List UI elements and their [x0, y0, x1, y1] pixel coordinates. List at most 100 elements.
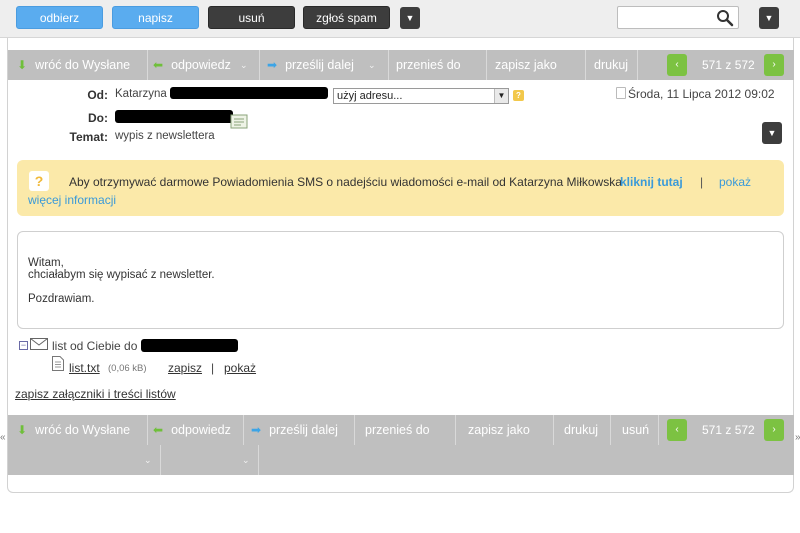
divider [610, 415, 611, 445]
divider [585, 50, 586, 80]
calendar-icon [616, 87, 626, 99]
back-to-sent-label: wróć do Wysłane [35, 423, 131, 437]
divider [258, 445, 259, 475]
move-to-button[interactable]: przenieś do [396, 50, 461, 80]
header-details-button[interactable]: ▼ [762, 122, 782, 144]
search-icon[interactable] [716, 9, 734, 27]
forward-button[interactable]: ➡ prześlij dalej [251, 415, 338, 445]
forward-label: prześlij dalej [269, 423, 338, 437]
contact-card-icon[interactable] [230, 114, 248, 129]
forward-label: prześlij dalej [285, 58, 354, 72]
next-message-button[interactable]: › [764, 54, 784, 76]
search-input[interactable] [622, 9, 716, 26]
divider [486, 50, 487, 80]
divider [455, 415, 456, 445]
to-label: Do: [88, 111, 108, 125]
move-to-button[interactable]: przenieś do [365, 415, 430, 445]
divider [658, 415, 659, 445]
forward-button[interactable]: ➡ prześlij dalej ⌄ [267, 50, 379, 80]
body-line: Pozdrawiam. [28, 293, 95, 305]
from-label: Od: [87, 88, 108, 102]
message-body: Witam, chciałabym się wypisać z newslett… [17, 231, 784, 329]
divider [160, 445, 161, 475]
redacted-email [170, 87, 328, 99]
collapse-attachments-toggle[interactable]: − [19, 341, 28, 350]
arrow-left-icon: ⬅ [153, 58, 164, 72]
print-button[interactable]: drukuj [594, 50, 628, 80]
notice-text: Aby otrzymywać darmowe Powiadomienia SMS… [69, 175, 622, 189]
print-button[interactable]: drukuj [564, 415, 598, 445]
attachment-file-link[interactable]: list.txt [69, 361, 100, 375]
arrow-down-icon: ⬇ [17, 423, 28, 437]
attachment-from-label: list od Ciebie do [52, 339, 138, 353]
compose-button[interactable]: napisz [112, 6, 199, 29]
use-address-select[interactable]: użyj adresu... ▼ [333, 88, 509, 104]
save-attachment-link[interactable]: zapisz [168, 361, 202, 375]
back-to-sent-button[interactable]: ⬇ wróć do Wysłane [17, 415, 130, 445]
chevron-down-icon: ▼ [767, 128, 777, 138]
message-counter: 571 z 572 [702, 58, 755, 72]
more-actions-button[interactable]: ▼ [400, 7, 420, 29]
scroll-right-icon[interactable]: » [795, 432, 800, 443]
reply-button[interactable]: ⬅ odpowiedz ⌄ [153, 50, 253, 80]
scroll-left-icon[interactable]: « [0, 432, 6, 443]
use-address-value: użyj adresu... [337, 90, 403, 102]
delete-button[interactable]: usuń [208, 6, 295, 29]
arrow-down-icon: ⬇ [17, 58, 28, 72]
message-date: Środa, 11 Lipca 2012 09:02 [628, 87, 775, 101]
question-icon: ? [29, 171, 49, 191]
body-line: chciałabym się wypisać z newsletter. [28, 269, 215, 281]
reply-label: odpowiedz [171, 58, 231, 72]
redacted-recipient [141, 339, 238, 352]
reply-label: odpowiedz [171, 423, 231, 437]
prev-message-button[interactable]: ‹ [667, 419, 687, 441]
show-more-info-link[interactable]: pokaż [719, 175, 751, 189]
divider [354, 415, 355, 445]
envelope-icon [30, 338, 48, 350]
divider [147, 415, 148, 445]
delete-message-button[interactable]: usuń [622, 415, 649, 445]
next-message-button[interactable]: › [764, 419, 784, 441]
chevron-down-icon: ⌄ [240, 60, 248, 70]
chevron-down-icon: ▼ [405, 13, 415, 23]
divider [243, 415, 244, 445]
reply-button[interactable]: ⬅ odpowiedz [153, 415, 231, 445]
save-all-attachments-link[interactable]: zapisz załączniki i treści listów [15, 387, 176, 401]
message-actions-bottom: ⬇ wróć do Wysłane ⬅ odpowiedz ➡ prześlij da… [8, 415, 794, 475]
reply-options-chevron-icon[interactable]: ⌄ [144, 445, 152, 475]
search-box [617, 6, 739, 29]
redacted-recipient [115, 110, 233, 123]
message-panel: ⬇ wróć do Wysłane ⬅ odpowiedz ⌄ ➡ prześlij … [7, 38, 794, 493]
report-spam-button[interactable]: zgłoś spam [303, 6, 390, 29]
sms-notice: ? Aby otrzymywać darmowe Powiadomienia S… [17, 160, 784, 216]
divider [388, 50, 389, 80]
chevron-down-icon: ▼ [494, 89, 508, 103]
divider [147, 50, 148, 80]
subject-label: Temat: [69, 130, 108, 144]
prev-message-button[interactable]: ‹ [667, 54, 687, 76]
attachment-separator: | [211, 361, 215, 375]
attachment-file-size: (0,06 kB) [108, 363, 147, 374]
divider [259, 50, 260, 80]
actions-overflow-row: ⌄ ⌄ [8, 445, 259, 475]
save-as-button[interactable]: zapisz jako [468, 415, 530, 445]
back-to-sent-label: wróć do Wysłane [35, 58, 131, 72]
forward-options-chevron-icon[interactable]: ⌄ [242, 445, 250, 475]
arrow-right-icon: ➡ [267, 58, 278, 72]
settings-dropdown-button[interactable]: ▼ [759, 7, 779, 29]
show-attachment-link[interactable]: pokaż [224, 361, 256, 375]
receive-button[interactable]: odbierz [16, 6, 103, 29]
message-counter: 571 z 572 [702, 423, 755, 437]
chevron-down-icon: ⌄ [368, 60, 376, 70]
save-as-button[interactable]: zapisz jako [495, 50, 557, 80]
show-more-info-link-continued[interactable]: więcej informacji [28, 193, 116, 207]
chevron-down-icon: ▼ [764, 13, 774, 23]
click-here-link[interactable]: kliknij tutaj [620, 175, 683, 189]
arrow-left-icon: ⬅ [153, 423, 164, 437]
body-line: Witam, [28, 257, 64, 269]
subject-value: wypis z newslettera [115, 130, 215, 142]
arrow-right-icon: ➡ [251, 423, 262, 437]
text-file-icon [52, 356, 64, 371]
back-to-sent-button[interactable]: ⬇ wróć do Wysłane [17, 50, 130, 80]
help-icon[interactable]: ? [513, 90, 524, 101]
